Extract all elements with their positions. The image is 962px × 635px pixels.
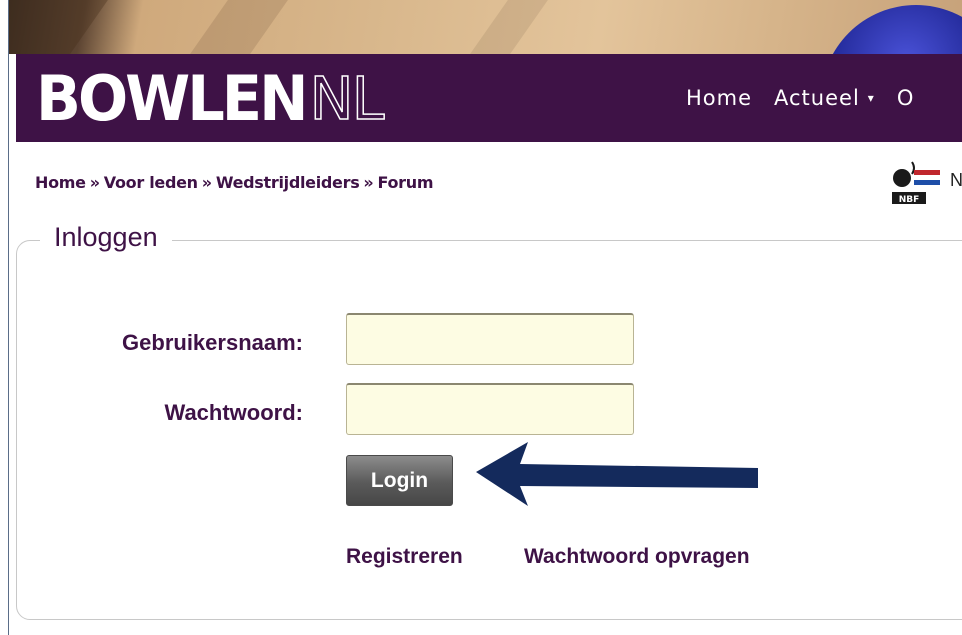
username-label: Gebruikersnaam: (122, 330, 303, 355)
breadcrumb-home[interactable]: Home (35, 173, 86, 192)
header-banner-image (9, 0, 962, 54)
login-button[interactable]: Login (346, 455, 453, 506)
window-frame-left (0, 0, 9, 635)
nbf-logo-text: NBF (899, 195, 920, 205)
caret-down-icon: ▾ (867, 91, 875, 105)
register-link[interactable]: Registreren (346, 545, 463, 569)
breadcrumb-separator: » (363, 173, 374, 192)
bowling-ball-image (821, 5, 962, 54)
nav-item-actueel[interactable]: Actueel ▾ (774, 86, 875, 110)
site-logo[interactable]: BOWLEN NL (36, 58, 386, 138)
forgot-password-link[interactable]: Wachtwoord opvragen (524, 545, 750, 569)
nav-item-label: Actueel (774, 86, 860, 110)
nav-item-overflow[interactable]: O (897, 86, 915, 110)
password-label: Wachtwoord: (164, 400, 304, 425)
partner-label: N (950, 170, 962, 190)
nbf-logo-icon[interactable]: NBF (890, 158, 950, 208)
breadcrumb: Home» Voor leden» Wedstrijdleiders» Forum (35, 173, 434, 192)
logo-main-text: BOWLEN (36, 61, 308, 135)
logo-suffix-text: NL (309, 63, 386, 134)
breadcrumb-forum[interactable]: Forum (377, 173, 433, 192)
breadcrumb-separator: » (89, 173, 100, 192)
left-arrow-icon (476, 442, 758, 506)
password-input[interactable] (346, 383, 634, 435)
nav-item-label: Home (686, 86, 753, 110)
main-nav-menu: Home Actueel ▾ O (686, 54, 914, 142)
breadcrumb-voor-leden[interactable]: Voor leden (104, 173, 198, 192)
nav-item-label: O (896, 86, 915, 110)
nav-item-home[interactable]: Home (686, 86, 752, 110)
breadcrumb-separator: » (201, 173, 212, 192)
top-navbar: BOWLEN NL Home Actueel ▾ O (16, 54, 962, 142)
login-legend: Inloggen (40, 222, 172, 253)
breadcrumb-wedstrijdleiders[interactable]: Wedstrijdleiders (216, 173, 360, 192)
username-input[interactable] (346, 313, 634, 365)
